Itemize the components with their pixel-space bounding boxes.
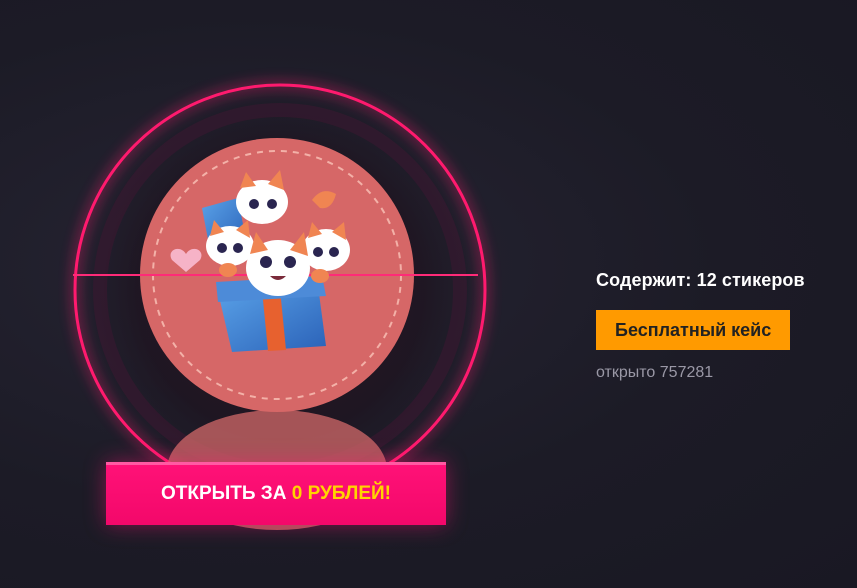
stickers-count: Содержит: 12 стикеров xyxy=(596,270,805,290)
open-button-price: 0 РУБЛЕЙ! xyxy=(291,483,391,504)
open-button-prefix: ОТКРЫТЬ ЗА xyxy=(161,483,292,504)
open-case-button[interactable]: ОТКРЫТЬ ЗА 0 РУБЛЕЙ! xyxy=(106,462,446,525)
case-page: Содержит: 12 стикеров Бесплатный кейс от… xyxy=(0,0,857,588)
opened-count: открыто 757281 xyxy=(596,364,714,381)
case-info: Содержит: 12 стикеров Бесплатный кейс от… xyxy=(596,270,846,382)
free-case-badge: Бесплатный кейс xyxy=(596,310,791,350)
